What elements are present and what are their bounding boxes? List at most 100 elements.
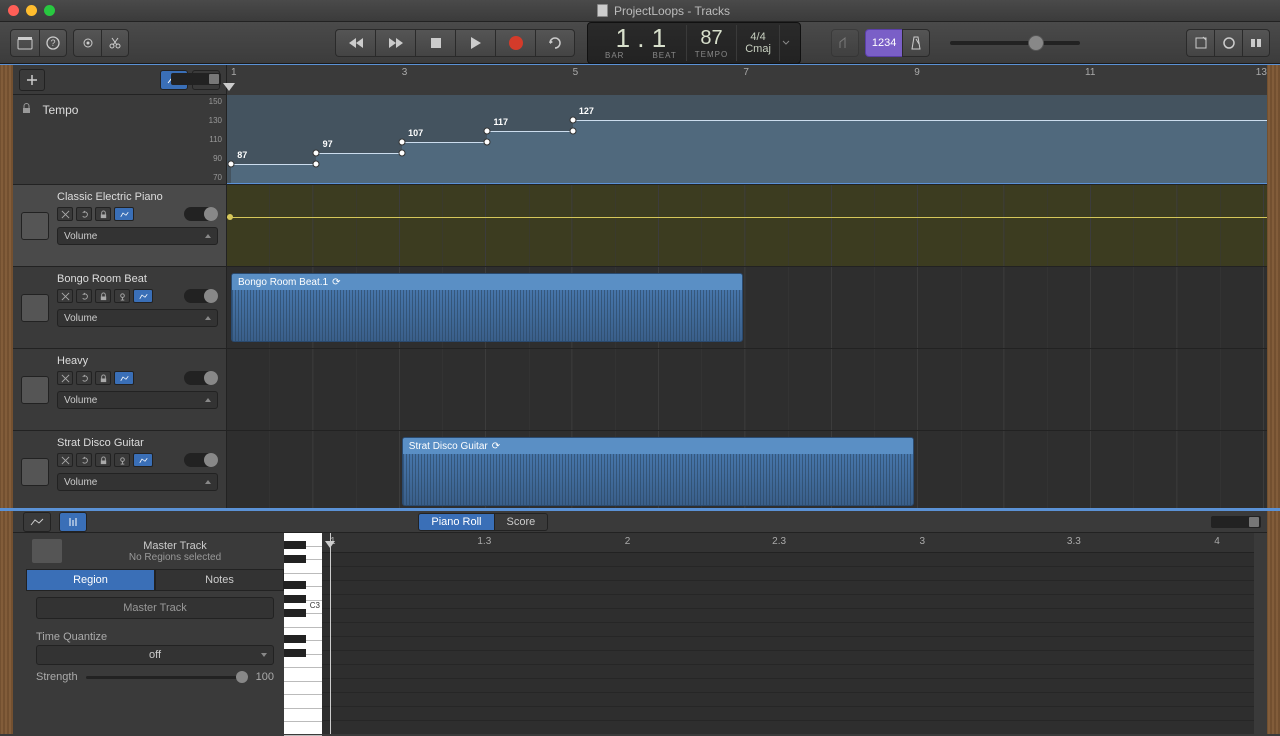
editor-ruler-label: 3.3	[1067, 536, 1081, 547]
tempo-point[interactable]	[398, 139, 405, 146]
cycle-button[interactable]	[535, 29, 575, 57]
input-monitor-button[interactable]	[114, 453, 130, 467]
minimize-window-button[interactable]	[26, 5, 37, 16]
tempo-point[interactable]	[484, 139, 491, 146]
track-header[interactable]: Heavy Volume	[13, 349, 227, 430]
tuner-button[interactable]	[831, 29, 859, 57]
toolbar-settings-button[interactable]	[73, 29, 101, 57]
automation-mode-button[interactable]	[114, 207, 134, 221]
audio-region[interactable]: Strat Disco Guitar⟳	[402, 437, 914, 506]
tab-score[interactable]: Score	[495, 513, 549, 531]
piano-roll-grid[interactable]: 11.322.333.34	[322, 533, 1254, 734]
count-in-button[interactable]: 1234	[865, 29, 902, 57]
mute-button[interactable]	[57, 289, 73, 303]
notepad-button[interactable]	[1186, 29, 1214, 57]
automation-param-select[interactable]: Volume	[57, 391, 218, 409]
track-row[interactable]: Strat Disco Guitar Volume Strat Disco Gu…	[13, 431, 1267, 508]
record-button[interactable]	[495, 29, 535, 57]
master-volume-slider[interactable]	[950, 41, 1080, 45]
piano-keyboard[interactable]: C3	[284, 533, 322, 734]
automation-line[interactable]	[227, 217, 1267, 218]
input-monitor-button[interactable]	[114, 289, 130, 303]
editor-zoom-slider[interactable]	[1211, 516, 1261, 528]
lcd-timesig[interactable]: 4/4	[750, 31, 765, 43]
strength-value: 100	[256, 671, 274, 683]
mute-button[interactable]	[57, 453, 73, 467]
automation-param-select[interactable]: Volume	[57, 309, 218, 327]
tab-piano-roll[interactable]: Piano Roll	[418, 513, 494, 531]
playhead-marker-icon[interactable]	[223, 83, 235, 91]
editor-playhead-icon[interactable]	[330, 533, 331, 734]
automation-param-select[interactable]: Volume	[57, 227, 218, 245]
piano-roll-ruler[interactable]: 11.322.333.34	[322, 533, 1254, 553]
mute-button[interactable]	[57, 207, 73, 221]
track-header[interactable]: Strat Disco Guitar Volume	[13, 431, 227, 508]
track-lane[interactable]: Strat Disco Guitar⟳	[227, 431, 1267, 508]
play-button[interactable]	[455, 29, 495, 57]
track-enable-switch[interactable]	[184, 453, 218, 467]
main-toolbar: ? 1 . 1 BARBEAT 87 TEMPO 4/4 Cmaj 1234	[0, 22, 1280, 64]
solo-button[interactable]	[76, 289, 92, 303]
lock-button[interactable]	[95, 289, 111, 303]
tempo-point[interactable]	[398, 150, 405, 157]
region-name-field[interactable]: Master Track	[36, 597, 274, 619]
audio-region[interactable]: Bongo Room Beat.1⟳	[231, 273, 743, 342]
editor-automation-button[interactable]	[23, 512, 51, 532]
track-enable-switch[interactable]	[184, 289, 218, 303]
stop-button[interactable]	[415, 29, 455, 57]
piano-roll-cells[interactable]	[322, 553, 1254, 734]
lcd-key[interactable]: Cmaj	[745, 43, 771, 55]
lcd-position: 1 . 1	[616, 25, 667, 51]
tempo-point[interactable]	[313, 161, 320, 168]
tempo-point[interactable]	[569, 128, 576, 135]
library-button[interactable]	[10, 29, 39, 57]
solo-button[interactable]	[76, 453, 92, 467]
track-row[interactable]: Heavy Volume	[13, 349, 1267, 431]
track-lane[interactable]	[227, 185, 1267, 266]
track-lane[interactable]	[227, 349, 1267, 430]
tempo-point[interactable]	[313, 150, 320, 157]
tempo-lane[interactable]: 8797107117127	[227, 95, 1267, 184]
track-enable-switch[interactable]	[184, 371, 218, 385]
metronome-button[interactable]	[902, 29, 930, 57]
track-enable-switch[interactable]	[184, 207, 218, 221]
strength-label: Strength	[36, 671, 78, 683]
tempo-track-header[interactable]: Tempo 1501301109070	[13, 95, 227, 184]
side-tab-notes[interactable]: Notes	[155, 569, 284, 591]
lock-button[interactable]	[95, 453, 111, 467]
forward-button[interactable]	[375, 29, 415, 57]
track-row[interactable]: Bongo Room Beat Volume Bongo Room Beat.1…	[13, 267, 1267, 349]
zoom-window-button[interactable]	[44, 5, 55, 16]
scissors-button[interactable]	[101, 29, 129, 57]
strength-slider[interactable]	[86, 676, 248, 679]
track-lane[interactable]: Bongo Room Beat.1⟳	[227, 267, 1267, 348]
side-tab-region[interactable]: Region	[26, 569, 155, 591]
media-button[interactable]	[1242, 29, 1270, 57]
solo-button[interactable]	[76, 371, 92, 385]
close-window-button[interactable]	[8, 5, 19, 16]
automation-mode-button[interactable]	[133, 289, 153, 303]
automation-param-select[interactable]: Volume	[57, 473, 218, 491]
quantize-select[interactable]: off	[36, 645, 274, 665]
help-button[interactable]: ?	[39, 29, 67, 57]
tempo-point[interactable]	[228, 161, 235, 168]
lock-button[interactable]	[95, 207, 111, 221]
loops-button[interactable]	[1214, 29, 1242, 57]
rewind-button[interactable]	[335, 29, 375, 57]
track-row[interactable]: Classic Electric Piano Volume	[13, 185, 1267, 267]
automation-mode-button[interactable]	[133, 453, 153, 467]
automation-mode-button[interactable]	[114, 371, 134, 385]
tempo-point[interactable]	[484, 128, 491, 135]
mute-button[interactable]	[57, 371, 73, 385]
horizontal-zoom-slider[interactable]	[171, 73, 221, 85]
lcd-display[interactable]: 1 . 1 BARBEAT 87 TEMPO 4/4 Cmaj	[587, 22, 801, 64]
lcd-tempo[interactable]: 87	[700, 27, 722, 50]
lock-button[interactable]	[95, 371, 111, 385]
editor-catch-button[interactable]	[59, 512, 87, 532]
track-header[interactable]: Classic Electric Piano Volume	[13, 185, 227, 266]
add-track-button[interactable]	[19, 69, 45, 91]
tempo-point[interactable]	[569, 117, 576, 124]
solo-button[interactable]	[76, 207, 92, 221]
editor-title: Master Track	[72, 540, 278, 552]
track-header[interactable]: Bongo Room Beat Volume	[13, 267, 227, 348]
